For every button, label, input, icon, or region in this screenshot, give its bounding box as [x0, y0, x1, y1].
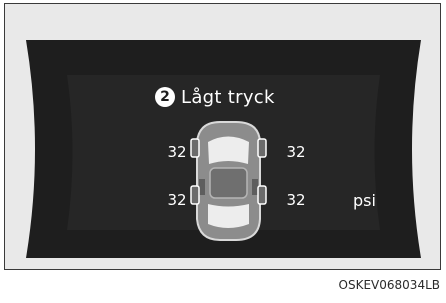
car-top-view-icon: [196, 121, 261, 241]
tpms-illustration: 2 Lågt tryck 32 32 32 32 psi OSKEV068034…: [0, 0, 446, 303]
warning-title: 2 Lågt tryck: [155, 85, 275, 109]
pressure-unit: psi: [353, 191, 376, 210]
figure-caption: OSKEV068034LB: [338, 278, 440, 292]
pressure-rear-left: 32: [167, 191, 187, 209]
pressure-rear-right: 32: [286, 191, 306, 209]
warning-text: Lågt tryck: [181, 86, 275, 108]
pressure-front-left: 32: [167, 143, 187, 161]
cluster-display: [26, 40, 421, 258]
tire-rear-left-icon: [190, 185, 200, 205]
illustration-frame: 2 Lågt tryck 32 32 32 32 psi: [4, 3, 441, 270]
warning-number-badge: 2: [155, 87, 175, 107]
tire-rear-right-icon: [257, 185, 267, 205]
pressure-front-right: 32: [286, 143, 306, 161]
tire-front-left-icon: [190, 138, 200, 158]
tire-front-right-icon: [257, 138, 267, 158]
